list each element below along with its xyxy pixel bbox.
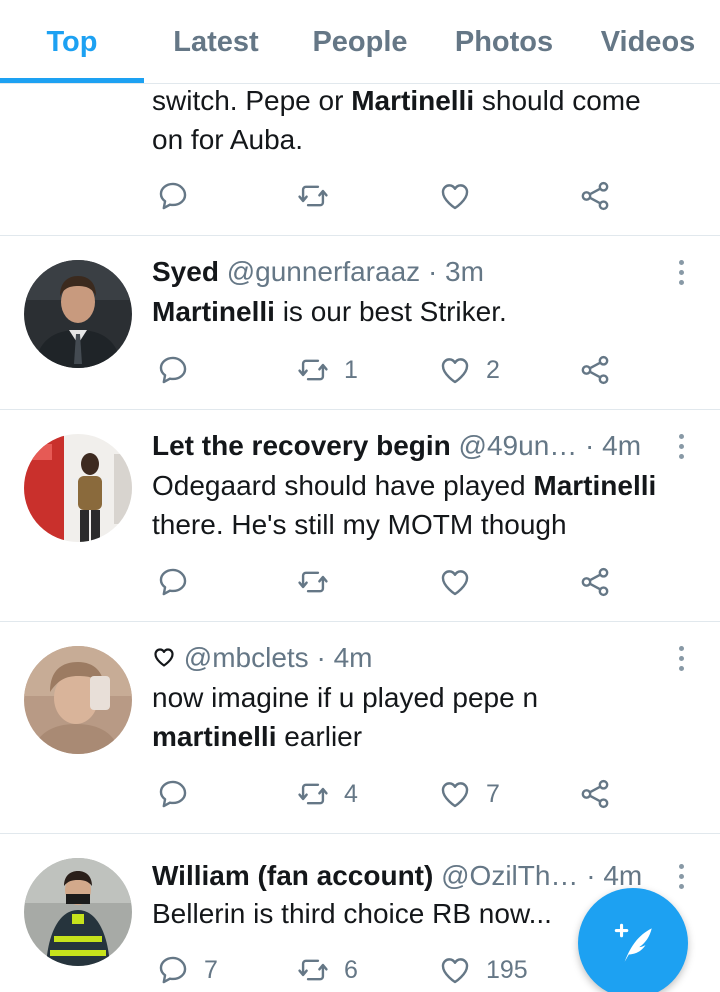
retweet-icon bbox=[298, 185, 328, 207]
like-button[interactable] bbox=[438, 562, 472, 602]
user-name[interactable]: Syed bbox=[152, 256, 219, 287]
tweet-header: Syed @gunnerfaraaz · 3m bbox=[152, 254, 660, 290]
more-options-icon[interactable] bbox=[672, 254, 690, 290]
tweet-header: @mbclets · 4m bbox=[152, 640, 660, 676]
tweet-text: now imagine if u played pepe n martinell… bbox=[152, 682, 539, 752]
heart-icon bbox=[441, 184, 469, 210]
reply-icon bbox=[159, 356, 187, 384]
like-button[interactable] bbox=[438, 176, 472, 216]
heart-outline-icon bbox=[154, 648, 174, 667]
tab-latest[interactable]: Latest bbox=[144, 0, 288, 84]
user-handle[interactable]: @OzilTh… bbox=[441, 860, 578, 891]
reply-icon bbox=[159, 780, 187, 808]
more-options-icon[interactable] bbox=[672, 858, 690, 894]
reply-button[interactable] bbox=[156, 562, 190, 602]
avatar[interactable] bbox=[24, 260, 132, 368]
search-tabs: Top Latest People Photos Videos bbox=[0, 0, 720, 84]
tweet-text: Odegaard should have played Martinelli t… bbox=[152, 470, 657, 540]
share-button[interactable] bbox=[578, 774, 612, 814]
like-count: 7 bbox=[486, 779, 500, 808]
share-icon bbox=[581, 567, 609, 597]
more-options-icon[interactable] bbox=[672, 640, 690, 676]
reply-count: 7 bbox=[204, 955, 218, 984]
heart-icon bbox=[441, 358, 469, 384]
share-button[interactable] bbox=[578, 562, 612, 602]
share-icon bbox=[581, 779, 609, 809]
tweet-text: switch. Pepe or Martinelli should come o… bbox=[152, 85, 641, 155]
reply-button[interactable]: 7 bbox=[156, 950, 218, 990]
tweet-actions: 4 7 bbox=[152, 774, 632, 814]
share-button[interactable] bbox=[578, 350, 612, 390]
retweet-icon bbox=[298, 571, 328, 593]
reply-button[interactable] bbox=[156, 176, 190, 216]
tab-videos[interactable]: Videos bbox=[576, 0, 720, 84]
tab-photos[interactable]: Photos bbox=[432, 0, 576, 84]
share-icon bbox=[581, 181, 609, 211]
active-tab-indicator bbox=[0, 78, 144, 83]
like-button[interactable]: 2 bbox=[438, 350, 500, 390]
user-handle[interactable]: @mbclets bbox=[184, 642, 309, 673]
tweet-text: Martinelli is our best Striker. bbox=[152, 296, 507, 327]
retweet-icon bbox=[298, 783, 328, 805]
user-name[interactable]: William (fan account) bbox=[152, 860, 433, 891]
reply-button[interactable] bbox=[156, 774, 190, 814]
tweet-actions: 1 2 bbox=[152, 350, 632, 390]
tweet-actions bbox=[152, 176, 632, 216]
like-button[interactable]: 7 bbox=[438, 774, 500, 814]
reply-icon bbox=[159, 956, 187, 984]
tweet[interactable]: switch. Pepe or Martinelli should come o… bbox=[0, 84, 720, 236]
retweet-button[interactable] bbox=[296, 176, 330, 216]
tweet[interactable]: Let the recovery begin @49un… · 4m Odega… bbox=[0, 410, 720, 622]
more-options-icon[interactable] bbox=[672, 428, 690, 464]
retweet-button[interactable]: 1 bbox=[296, 350, 358, 390]
avatar[interactable] bbox=[24, 434, 132, 542]
like-button[interactable]: 195 bbox=[438, 950, 528, 990]
heart-icon bbox=[441, 958, 469, 984]
like-count: 2 bbox=[486, 355, 500, 384]
tweet[interactable]: Syed @gunnerfaraaz · 3m Martinelli is ou… bbox=[0, 236, 720, 410]
retweet-count: 6 bbox=[344, 955, 358, 984]
share-button[interactable] bbox=[578, 176, 612, 216]
heart-icon bbox=[441, 570, 469, 596]
tweet-actions: 7 6 195 bbox=[152, 950, 632, 990]
share-icon bbox=[581, 355, 609, 385]
tab-top[interactable]: Top bbox=[0, 0, 144, 84]
tweet-time: · 4m bbox=[585, 430, 642, 461]
compose-feather-icon bbox=[614, 923, 652, 962]
heart-icon bbox=[441, 782, 469, 808]
avatar[interactable] bbox=[24, 646, 132, 754]
reply-icon bbox=[159, 568, 187, 596]
tweet-header: Let the recovery begin @49un… · 4m bbox=[152, 428, 660, 464]
retweet-button[interactable]: 6 bbox=[296, 950, 358, 990]
retweet-count: 4 bbox=[344, 779, 358, 808]
tweet-time: · 3m bbox=[427, 256, 484, 287]
like-count: 195 bbox=[486, 955, 528, 984]
retweet-button[interactable]: 4 bbox=[296, 774, 358, 814]
compose-tweet-button[interactable] bbox=[578, 888, 688, 992]
retweet-count: 1 bbox=[344, 355, 358, 384]
user-handle[interactable]: @49un… bbox=[459, 430, 578, 461]
tweet-actions bbox=[152, 562, 632, 602]
retweet-icon bbox=[298, 959, 328, 981]
tab-people[interactable]: People bbox=[288, 0, 432, 84]
retweet-button[interactable] bbox=[296, 562, 330, 602]
user-handle[interactable]: @gunnerfaraaz bbox=[227, 256, 420, 287]
tweet[interactable]: @mbclets · 4m now imagine if u played pe… bbox=[0, 622, 720, 834]
tweet-time: · 4m bbox=[316, 642, 373, 673]
reply-button[interactable] bbox=[156, 350, 190, 390]
tweet-header: William (fan account) @OzilTh… · 4m bbox=[152, 858, 660, 894]
retweet-icon bbox=[298, 359, 328, 381]
tweet-time: · 4m bbox=[586, 860, 643, 891]
avatar[interactable] bbox=[24, 858, 132, 966]
user-name[interactable]: Let the recovery begin bbox=[152, 430, 451, 461]
reply-icon bbox=[159, 182, 187, 210]
